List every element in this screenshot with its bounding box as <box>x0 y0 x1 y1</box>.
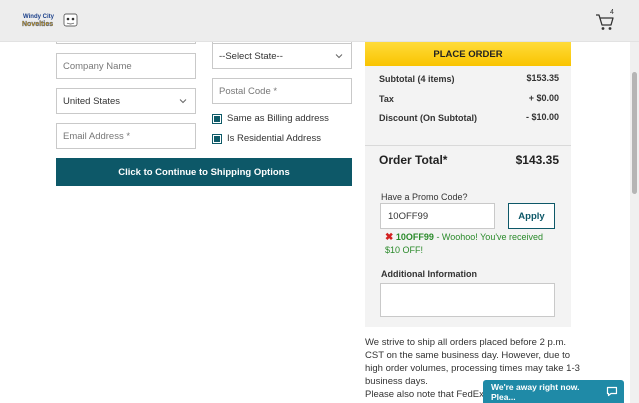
apply-promo-button[interactable]: Apply <box>508 203 555 229</box>
additional-info-label: Additional Information <box>381 269 477 279</box>
chevron-down-icon <box>179 99 187 104</box>
place-order-button[interactable]: PLACE ORDER <box>365 42 571 66</box>
top-header: Windy City Novelties 4 <box>0 0 639 42</box>
subtotal-value: $153.35 <box>526 73 559 83</box>
company-name-placeholder: Company Name <box>63 60 132 72</box>
logo-mascot-icon <box>63 13 78 27</box>
chat-widget-label: We're away right now. Plea... <box>491 381 580 402</box>
logo-line1: Windy City <box>23 14 55 20</box>
state-select[interactable]: --Select State-- <box>212 43 352 69</box>
promo-code-label: Have a Promo Code? <box>381 192 468 202</box>
company-name-field[interactable]: Company Name <box>56 53 196 79</box>
promo-success-message: ✖ 10OFF99 - Woohoo! You've received $10 … <box>385 231 555 257</box>
same-as-billing-label: Same as Billing address <box>227 113 329 124</box>
country-value: United States <box>63 95 121 107</box>
postal-code-field[interactable]: Postal Code * <box>212 78 352 104</box>
remove-promo-icon[interactable]: ✖ <box>385 232 393 243</box>
tax-value: + $0.00 <box>528 93 559 103</box>
cart-count-badge: 4 <box>610 9 614 16</box>
email-placeholder: Email Address * <box>63 130 131 142</box>
residential-checkbox[interactable] <box>212 133 222 144</box>
postal-code-placeholder: Postal Code * <box>219 85 278 97</box>
residential-label: Is Residential Address <box>227 133 321 144</box>
country-select[interactable]: United States <box>56 88 196 114</box>
chat-bubble-icon <box>606 386 618 397</box>
discount-value: - $10.00 <box>525 112 559 122</box>
promo-code-value: 10OFF99 <box>388 210 429 222</box>
subtotal-label: Subtotal (4 items) <box>379 74 455 84</box>
same-as-billing-checkbox-row[interactable]: Same as Billing address <box>212 113 329 124</box>
promo-code-input[interactable]: 10OFF99 <box>380 203 495 229</box>
order-total-row: Order Total* $143.35 <box>379 153 559 167</box>
residential-checkbox-row[interactable]: Is Residential Address <box>212 133 321 144</box>
state-value: --Select State-- <box>219 50 283 62</box>
order-total-label: Order Total* <box>379 153 448 167</box>
tax-label: Tax <box>379 94 394 104</box>
chat-widget-button[interactable]: We're away right now. Plea... <box>483 380 624 403</box>
same-as-billing-checkbox[interactable] <box>212 113 222 124</box>
promo-message-code: 10OFF99 <box>395 232 434 242</box>
scrollbar-thumb[interactable] <box>632 72 637 194</box>
discount-label: Discount (On Subtotal) <box>379 113 477 123</box>
logo-line2: Novelties <box>22 21 53 28</box>
summary-divider <box>365 145 571 146</box>
previous-field-bottom <box>56 42 196 44</box>
order-total-value: $143.35 <box>515 153 559 167</box>
store-logo[interactable]: Windy City Novelties <box>20 10 80 30</box>
tax-row: Tax + $0.00 <box>379 93 559 106</box>
email-field[interactable]: Email Address * <box>56 123 196 149</box>
subtotal-row: Subtotal (4 items) $153.35 <box>379 73 559 86</box>
continue-to-shipping-button[interactable]: Click to Continue to Shipping Options <box>56 158 352 186</box>
discount-row: Discount (On Subtotal) - $10.00 <box>379 112 559 125</box>
additional-info-textarea[interactable] <box>380 283 555 317</box>
chevron-down-icon <box>335 54 343 59</box>
